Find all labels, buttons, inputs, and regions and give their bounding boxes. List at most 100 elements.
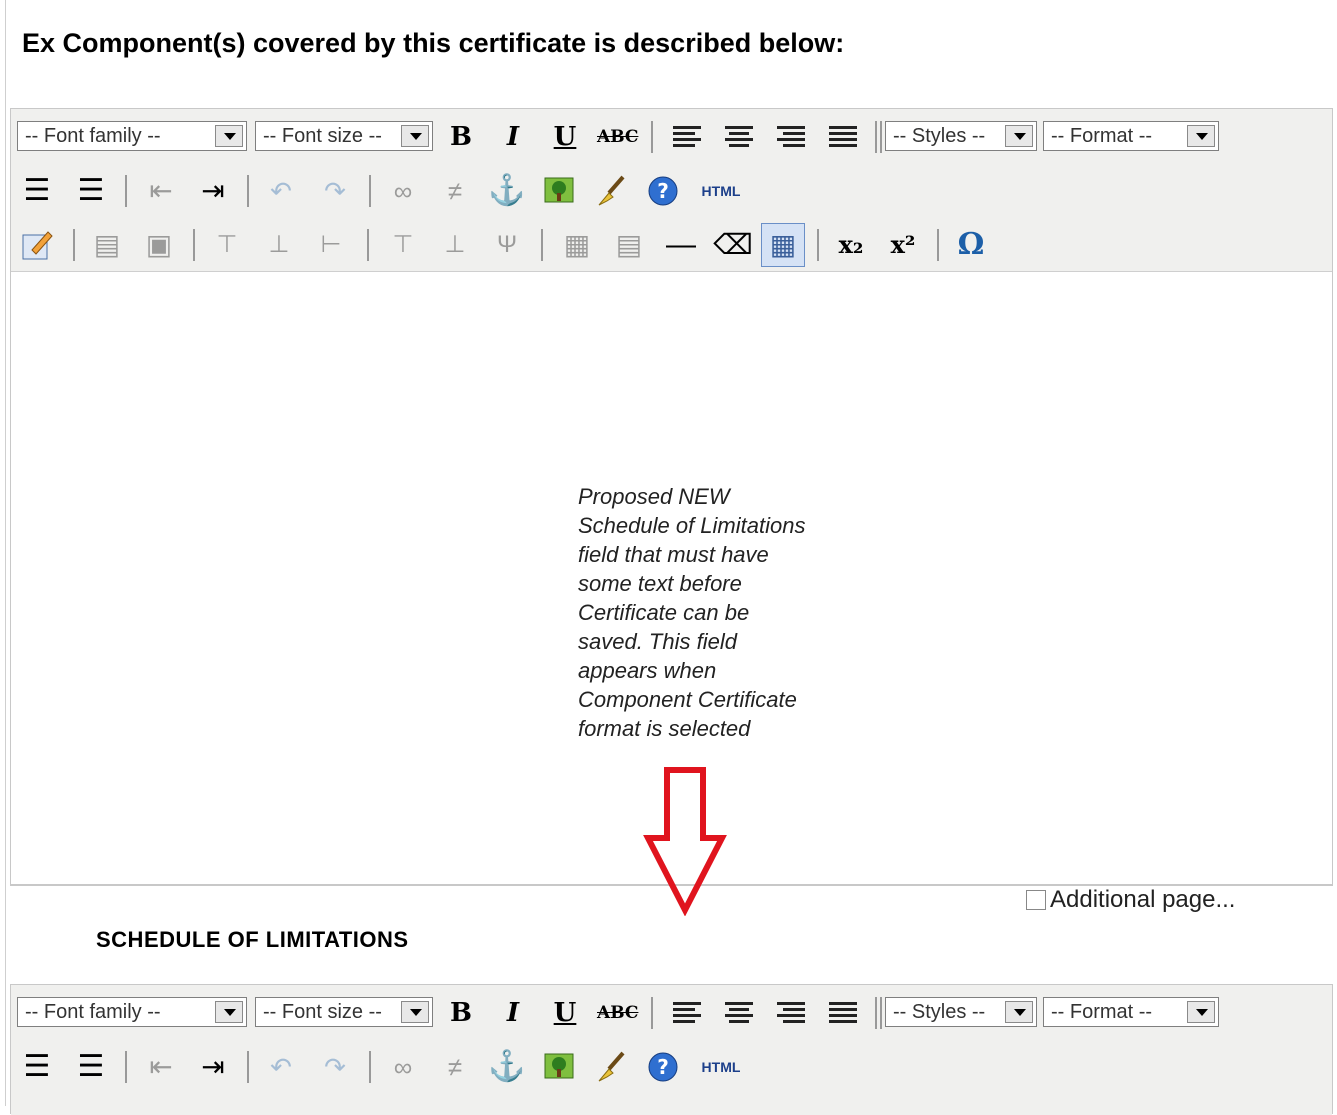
special-char-button[interactable]: Ω <box>951 225 991 265</box>
font-family-select[interactable]: -- Font family -- <box>17 997 247 1027</box>
outdent-icon[interactable]: ⇤ <box>141 171 181 211</box>
format-label: -- Format -- <box>1051 1001 1153 1023</box>
split-cells-icon[interactable]: ▦ <box>557 225 597 265</box>
delete-col-icon[interactable]: Ψ <box>487 225 527 265</box>
help-icon[interactable]: ? <box>643 171 683 211</box>
anchor-icon[interactable]: ⚓ <box>487 1047 527 1087</box>
chevron-down-icon <box>1187 125 1215 147</box>
bullet-list-icon[interactable]: ☰ <box>17 171 57 211</box>
image-icon[interactable] <box>539 171 579 211</box>
styles-select[interactable]: -- Styles -- <box>885 997 1037 1027</box>
link-icon[interactable]: ∞ <box>383 171 423 211</box>
superscript-button[interactable]: x² <box>883 225 923 265</box>
editor-schedule: -- Font family -- -- Font size -- B I U … <box>10 984 1333 1115</box>
insert-col-before-icon[interactable]: ⊤ <box>383 225 423 265</box>
cell-props-icon[interactable]: ▣ <box>139 225 179 265</box>
font-size-select[interactable]: -- Font size -- <box>255 121 433 151</box>
page-heading: Ex Component(s) covered by this certific… <box>22 28 845 58</box>
font-family-label: -- Font family -- <box>25 125 161 147</box>
table-icon[interactable]: ▦ <box>761 223 805 267</box>
align-right-button[interactable] <box>771 993 811 1033</box>
editor-toolbar: -- Font family -- -- Font size -- B I U … <box>11 109 1332 272</box>
delete-row-icon[interactable]: ⊢ <box>311 225 351 265</box>
toolbar-separator <box>875 997 877 1029</box>
annotation-note: Proposed NEW Schedule of Limitations fie… <box>578 484 806 741</box>
chevron-down-icon <box>215 1001 243 1023</box>
cleanup-brush-icon[interactable] <box>591 1047 631 1087</box>
html-source-button[interactable]: HTML <box>695 1047 747 1087</box>
align-justify-button[interactable] <box>823 117 863 157</box>
toolbar-separator <box>369 1051 371 1083</box>
html-source-button[interactable]: HTML <box>695 171 747 211</box>
merge-cells-icon[interactable]: ▤ <box>609 225 649 265</box>
toolbar-separator <box>651 997 653 1029</box>
strikethrough-button[interactable]: ABC <box>597 993 638 1033</box>
numbered-list-icon[interactable]: ☰ <box>71 171 111 211</box>
styles-select[interactable]: -- Styles -- <box>885 121 1037 151</box>
toolbar-separator <box>937 229 939 261</box>
font-family-select[interactable]: -- Font family -- <box>17 121 247 151</box>
eraser-icon[interactable]: ⌫ <box>713 225 753 265</box>
subscript-button[interactable]: x₂ <box>831 225 871 265</box>
indent-icon[interactable]: ⇥ <box>193 1047 233 1087</box>
chevron-down-icon <box>215 125 243 147</box>
italic-button[interactable]: I <box>493 993 533 1033</box>
redo-icon[interactable]: ↷ <box>315 1047 355 1087</box>
red-arrow-down-icon <box>643 767 727 916</box>
schedule-title: SCHEDULE OF LIMITATIONS <box>96 927 409 952</box>
strikethrough-button[interactable]: ABC <box>597 117 638 157</box>
undo-icon[interactable]: ↶ <box>261 171 301 211</box>
align-left-button[interactable] <box>667 993 707 1033</box>
align-center-button[interactable] <box>719 993 759 1033</box>
font-family-label: -- Font family -- <box>25 1001 161 1023</box>
bold-button[interactable]: B <box>441 117 481 157</box>
italic-button[interactable]: I <box>493 117 533 157</box>
align-center-button[interactable] <box>719 117 759 157</box>
format-select[interactable]: -- Format -- <box>1043 121 1219 151</box>
chevron-down-icon <box>1005 1001 1033 1023</box>
left-border <box>5 0 6 1106</box>
font-size-label: -- Font size -- <box>263 125 382 147</box>
horizontal-rule-icon[interactable]: — <box>661 225 701 265</box>
toolbar-separator <box>125 1051 127 1083</box>
bold-button[interactable]: B <box>441 993 481 1033</box>
toolbar-separator <box>73 229 75 261</box>
align-left-button[interactable] <box>667 117 707 157</box>
bullet-list-icon[interactable]: ☰ <box>17 1047 57 1087</box>
styles-label: -- Styles -- <box>893 1001 986 1023</box>
row-props-icon[interactable]: ▤ <box>87 225 127 265</box>
align-justify-button[interactable] <box>823 993 863 1033</box>
underline-button[interactable]: U <box>545 993 585 1033</box>
format-select[interactable]: -- Format -- <box>1043 997 1219 1027</box>
chevron-down-icon <box>401 1001 429 1023</box>
toolbar-separator <box>247 1051 249 1083</box>
additional-page-checkbox[interactable] <box>1026 890 1046 910</box>
redo-icon[interactable]: ↷ <box>315 171 355 211</box>
styles-label: -- Styles -- <box>893 125 986 147</box>
insert-row-before-icon[interactable]: ⊤ <box>207 225 247 265</box>
edit-doc-icon[interactable] <box>17 225 57 265</box>
insert-row-after-icon[interactable]: ⊥ <box>259 225 299 265</box>
additional-page-label: Additional page... <box>1050 886 1236 913</box>
toolbar-separator <box>193 229 195 261</box>
unlink-icon[interactable]: ≠ <box>435 1047 475 1087</box>
numbered-list-icon[interactable]: ☰ <box>71 1047 111 1087</box>
help-icon[interactable]: ? <box>643 1047 683 1087</box>
indent-icon[interactable]: ⇥ <box>193 171 233 211</box>
undo-icon[interactable]: ↶ <box>261 1047 301 1087</box>
toolbar-separator <box>651 121 653 153</box>
font-size-select[interactable]: -- Font size -- <box>255 997 433 1027</box>
align-right-button[interactable] <box>771 117 811 157</box>
insert-col-after-icon[interactable]: ⊥ <box>435 225 475 265</box>
anchor-icon[interactable]: ⚓ <box>487 171 527 211</box>
image-icon[interactable] <box>539 1047 579 1087</box>
underline-button[interactable]: U <box>545 117 585 157</box>
outdent-icon[interactable]: ⇤ <box>141 1047 181 1087</box>
font-size-label: -- Font size -- <box>263 1001 382 1023</box>
cleanup-brush-icon[interactable] <box>591 171 631 211</box>
toolbar-separator <box>247 175 249 207</box>
unlink-icon[interactable]: ≠ <box>435 171 475 211</box>
additional-page-option[interactable]: Additional page... <box>1026 886 1235 914</box>
link-icon[interactable]: ∞ <box>383 1047 423 1087</box>
toolbar-separator <box>817 229 819 261</box>
